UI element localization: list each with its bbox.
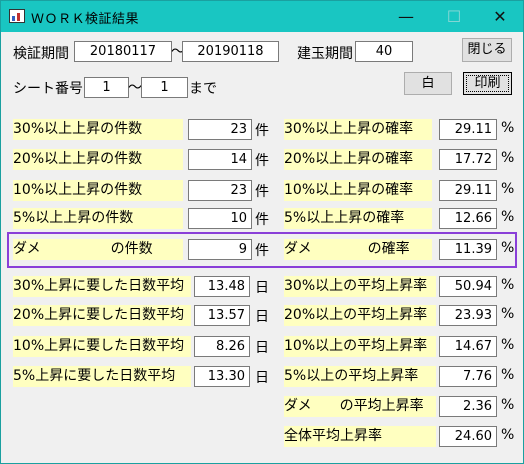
left-stat-value[interactable]: 23	[188, 119, 252, 140]
left-stat-value[interactable]: 14	[188, 149, 252, 170]
left-stat-unit: 日	[255, 370, 269, 386]
sheet-start-field[interactable]: 1	[84, 77, 129, 98]
right-stat-unit: %	[501, 427, 515, 443]
result-window: ＷＯＲＫ検証結果 — ☐ ✕ 検証期間 20180117 ～ 20190118 …	[0, 0, 524, 464]
left-stat-value[interactable]: 13.57	[194, 305, 250, 326]
left-stat-value[interactable]: 13.30	[194, 366, 250, 387]
right-stat-unit: %	[501, 150, 515, 166]
right-stat-unit: %	[501, 306, 515, 322]
left-stat-unit: 日	[255, 280, 269, 296]
left-stat-value[interactable]: 10	[188, 208, 252, 229]
left-stat-unit: 件	[255, 212, 269, 228]
left-stat-value[interactable]: 13.48	[194, 276, 250, 297]
right-stat-value[interactable]: 29.11	[439, 180, 497, 201]
position-period-field[interactable]: 40	[355, 41, 413, 62]
sheet-end-field[interactable]: 1	[141, 77, 188, 98]
period-end-field[interactable]: 20190118	[182, 41, 279, 62]
dame-row-highlight	[7, 232, 517, 268]
right-stat-unit: %	[501, 337, 515, 353]
left-stat-value[interactable]: 23	[188, 180, 252, 201]
right-stat-label: 10%以上の平均上昇率	[284, 336, 436, 357]
right-stat-unit: %	[501, 397, 515, 413]
right-stat-label: ダメ の平均上昇率	[284, 396, 436, 417]
right-stat-unit: %	[501, 277, 515, 293]
left-stat-label: 20%以上上昇の件数	[13, 149, 183, 170]
left-stat-label: 10%以上上昇の件数	[13, 180, 183, 201]
right-stat-label: 5%以上の平均上昇率	[284, 366, 436, 387]
title-bar[interactable]: ＷＯＲＫ検証結果 — ☐ ✕	[1, 1, 523, 32]
left-stat-unit: 日	[255, 340, 269, 356]
right-stat-label: 30%以上上昇の確率	[284, 119, 432, 140]
right-stat-value[interactable]: 14.67	[439, 336, 497, 357]
right-stat-label: 5%以上上昇の確率	[284, 208, 432, 229]
right-stat-label: 全体平均上昇率	[284, 426, 436, 447]
right-stat-value[interactable]: 2.36	[439, 396, 497, 417]
window-title: ＷＯＲＫ検証結果	[31, 12, 140, 27]
left-stat-label: 20%上昇に要した日数平均	[13, 305, 191, 326]
right-stat-label: 30%以上の平均上昇率	[284, 276, 436, 297]
right-stat-value[interactable]: 12.66	[439, 208, 497, 229]
period-label: 検証期間	[13, 46, 69, 62]
position-period-label: 建玉期間	[297, 46, 353, 62]
sheet-tilde: ～	[128, 80, 142, 96]
right-stat-value[interactable]: 23.93	[439, 305, 497, 326]
right-stat-value[interactable]: 7.76	[439, 366, 497, 387]
left-stat-label: 5%上昇に要した日数平均	[13, 366, 191, 387]
right-stat-label: 10%以上上昇の確率	[284, 180, 432, 201]
left-stat-label: 30%以上上昇の件数	[13, 119, 183, 140]
left-stat-label: 5%以上上昇の件数	[13, 208, 183, 229]
right-stat-unit: %	[501, 367, 515, 383]
left-stat-unit: 日	[255, 309, 269, 325]
right-stat-value[interactable]: 50.94	[439, 276, 497, 297]
right-stat-unit: %	[501, 181, 515, 197]
left-stat-unit: 件	[255, 123, 269, 139]
white-button[interactable]: 白	[404, 72, 452, 95]
chart-app-icon	[9, 9, 25, 23]
sheet-number-label: シート番号	[13, 81, 83, 97]
close-window-button[interactable]: ✕	[477, 1, 523, 32]
print-button[interactable]: 印刷	[463, 72, 512, 95]
right-stat-value[interactable]: 24.60	[439, 426, 497, 447]
right-stat-unit: %	[501, 209, 515, 225]
maximize-button[interactable]: ☐	[431, 1, 477, 32]
left-stat-label: 30%上昇に要した日数平均	[13, 276, 191, 297]
right-stat-value[interactable]: 17.72	[439, 149, 497, 170]
right-stat-value[interactable]: 29.11	[439, 119, 497, 140]
left-stat-unit: 件	[255, 153, 269, 169]
right-stat-label: 20%以上の平均上昇率	[284, 305, 436, 326]
left-stat-value[interactable]: 8.26	[194, 336, 250, 357]
period-start-field[interactable]: 20180117	[74, 41, 172, 62]
minimize-button[interactable]: —	[383, 1, 429, 32]
sheet-suffix: まで	[189, 81, 217, 97]
left-stat-label: 10%上昇に要した日数平均	[13, 336, 191, 357]
right-stat-label: 20%以上上昇の確率	[284, 149, 432, 170]
left-stat-unit: 件	[255, 184, 269, 200]
close-button[interactable]: 閉じる	[462, 38, 512, 62]
right-stat-unit: %	[501, 120, 515, 136]
